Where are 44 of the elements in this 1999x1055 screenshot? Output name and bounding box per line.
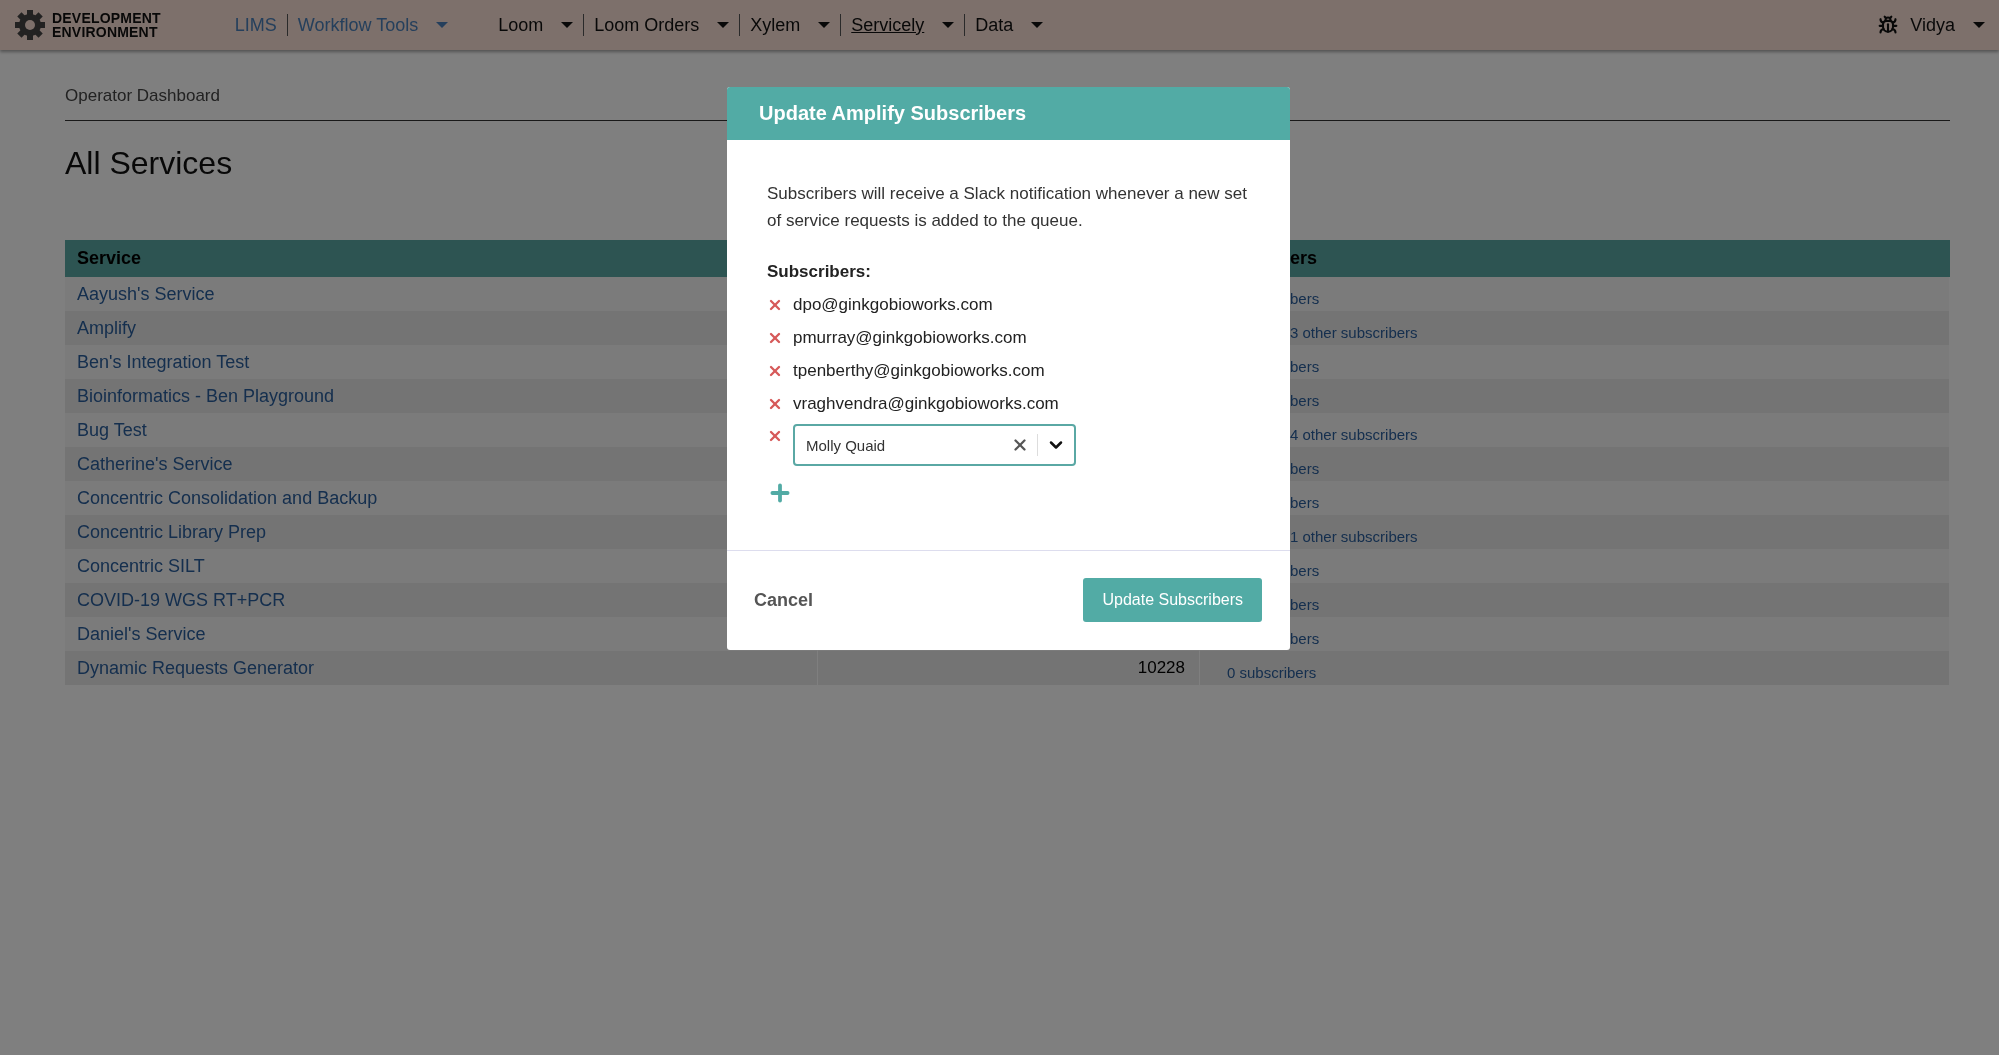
service-link[interactable]: Concentric Consolidation and Backup xyxy=(65,487,378,509)
service-link[interactable]: Dynamic Requests Generator xyxy=(65,657,315,679)
subscriber-email: tpenberthy@ginkgobioworks.com xyxy=(793,360,1045,381)
nav-menu-item[interactable]: Loom xyxy=(498,14,574,36)
subscriber-select[interactable]: Molly Quaid xyxy=(793,424,1076,466)
caret-icon xyxy=(717,22,730,28)
caret-icon xyxy=(1973,22,1985,28)
gear-logo-icon xyxy=(14,9,46,41)
service-link[interactable]: Catherine's Service xyxy=(65,453,233,475)
nav-menu-item[interactable]: Xylem xyxy=(750,14,831,36)
service-link[interactable]: COVID-19 WGS RT+PCR xyxy=(65,589,286,611)
modal-title: Update Amplify Subscribers xyxy=(727,87,1290,140)
service-link[interactable]: Ben's Integration Test xyxy=(65,351,250,373)
caret-icon xyxy=(1031,22,1044,28)
service-link[interactable]: Concentric SILT xyxy=(65,555,205,577)
caret-icon xyxy=(561,22,574,28)
user-menu[interactable]: Vidya xyxy=(1910,14,1985,36)
subscribers-link[interactable]: 0 subscribers xyxy=(1200,655,1317,681)
service-link[interactable]: Daniel's Service xyxy=(65,623,206,645)
caret-icon xyxy=(436,22,449,28)
brand-name: DEVELOPMENT ENVIRONMENT xyxy=(52,11,161,39)
service-link[interactable]: Concentric Library Prep xyxy=(65,521,267,543)
service-link[interactable]: Amplify xyxy=(65,317,136,339)
breadcrumb[interactable]: Operator Dashboard xyxy=(65,86,220,105)
update-subscribers-button[interactable]: Update Subscribers xyxy=(1083,578,1262,622)
subscriber-email: dpo@ginkgobioworks.com xyxy=(793,294,993,315)
service-link[interactable]: Bioinformatics - Ben Playground xyxy=(65,385,335,407)
subscriber-email: vraghvendra@ginkgobioworks.com xyxy=(793,393,1059,414)
cancel-button[interactable]: Cancel xyxy=(754,589,814,611)
nav-menu-item[interactable]: Loom Orders xyxy=(594,14,730,36)
remove-icon[interactable] xyxy=(767,428,783,444)
service-link[interactable]: Bug Test xyxy=(65,419,147,441)
nav-menu-item[interactable]: Servicely xyxy=(851,14,955,36)
nav-menu-item[interactable]: Workflow Tools xyxy=(297,14,449,36)
nav-menu-item[interactable]: Data xyxy=(975,14,1044,36)
nav-menu-item[interactable]: LIMS xyxy=(234,14,277,36)
subscriber-email: pmurray@ginkgobioworks.com xyxy=(793,327,1027,348)
service-link[interactable]: Aayush's Service xyxy=(65,283,215,305)
caret-icon xyxy=(818,22,831,28)
page-title: All Services xyxy=(65,145,233,182)
caret-icon xyxy=(942,22,955,28)
bug-icon[interactable] xyxy=(1878,15,1899,35)
modal-description: Subscribers will receive a Slack notification whenever a new set of service requests is added to the queue. xyxy=(767,183,1248,232)
table-cell-text: 10228 xyxy=(1137,658,1186,678)
